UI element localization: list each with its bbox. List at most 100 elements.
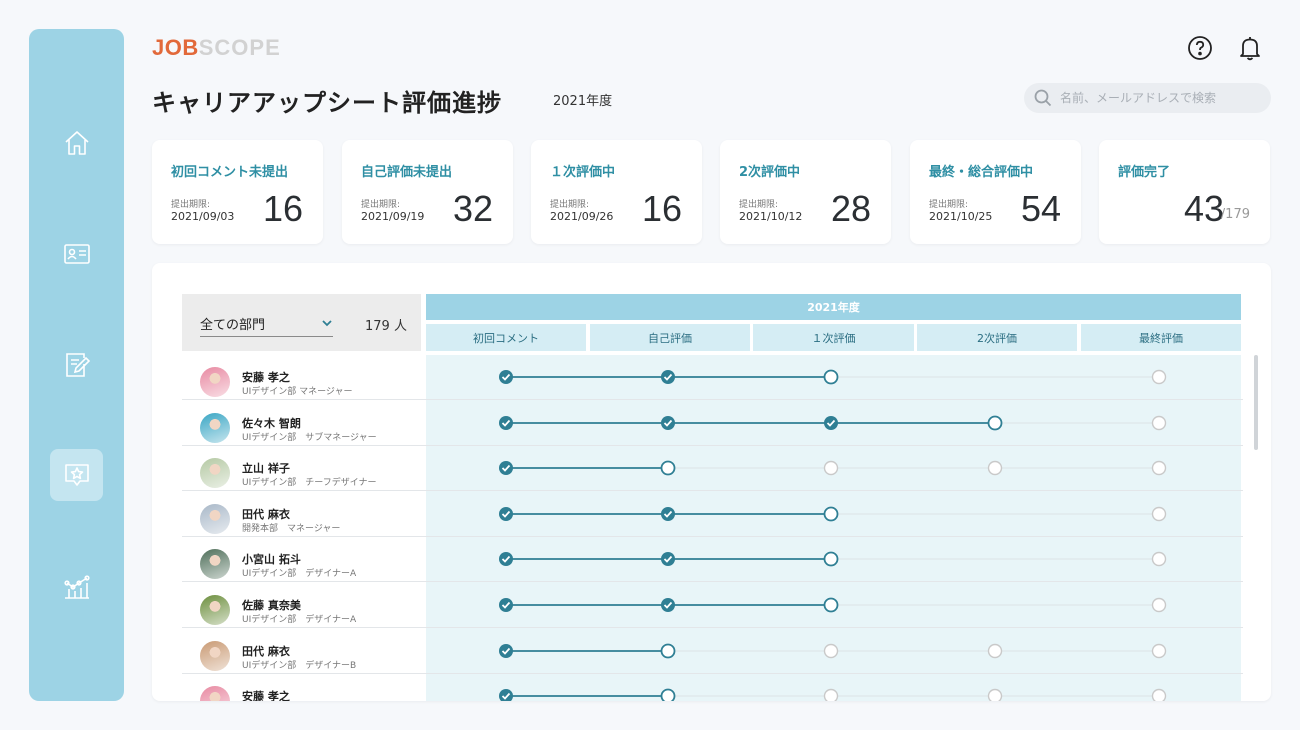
progress-track bbox=[499, 460, 1167, 476]
stage-marker-pending bbox=[987, 460, 1003, 476]
progress-track bbox=[499, 551, 1167, 567]
member-info: 田代 麻衣 UIデザイン部 デザイナーB bbox=[182, 629, 422, 674]
card-count: 32 bbox=[452, 188, 493, 229]
notifications-button[interactable] bbox=[1237, 35, 1263, 61]
member-name: 田代 麻衣 bbox=[242, 507, 290, 521]
avatar bbox=[200, 686, 230, 701]
stage-marker-done bbox=[499, 370, 513, 384]
progress-panel: 全ての部門 179 人 2021年度 初回コメント 自己評価 １次評価 2次評価… bbox=[152, 263, 1271, 701]
table-row[interactable]: 立山 祥子 UIデザイン部 チーフデザイナー bbox=[182, 446, 1243, 492]
avatar bbox=[200, 458, 230, 489]
card-self-eval[interactable]: 自己評価未提出 提出期限: 2021/09/19 32 bbox=[342, 140, 513, 244]
avatar bbox=[200, 412, 230, 443]
edit-sheet-icon bbox=[65, 353, 90, 377]
nav-analytics[interactable] bbox=[50, 560, 103, 612]
stage-marker-done bbox=[661, 598, 675, 612]
member-name: 安藤 孝之 bbox=[242, 371, 290, 384]
nav-profile[interactable] bbox=[50, 228, 103, 280]
card-due-label: 提出期限: bbox=[739, 200, 779, 210]
member-info: 佐藤 真奈美 UIデザイン部 デザイナーA bbox=[182, 583, 422, 628]
member-department: UIデザイン部 デザイナーA bbox=[242, 569, 357, 580]
avatar bbox=[200, 595, 230, 625]
card-initial-comment[interactable]: 初回コメント未提出 提出期限: 2021/09/03 16 bbox=[152, 140, 323, 244]
table-row[interactable]: 田代 麻衣 UIデザイン部 デザイナーB bbox=[182, 629, 1243, 674]
member-info: 安藤 孝之 UIデザイン部 マネージャー bbox=[182, 355, 422, 400]
stage-marker-pending bbox=[1151, 415, 1167, 430]
filter-box: 全ての部門 179 人 bbox=[182, 294, 421, 351]
vertical-scrollbar[interactable] bbox=[1254, 355, 1258, 450]
search-box[interactable] bbox=[1024, 83, 1271, 113]
member-name: 立山 祥子 bbox=[242, 462, 290, 476]
member-info: 田代 麻衣開発本部 マネージャー bbox=[182, 492, 422, 537]
member-name: 田代 麻衣 bbox=[242, 644, 290, 658]
table-row[interactable]: 小宮山 拓斗 UIデザイン部 デザイナーA bbox=[182, 537, 1243, 583]
logo-scope: SCOPE bbox=[198, 35, 281, 60]
stage-head-self-eval: 自己評価 bbox=[590, 324, 750, 351]
stage-marker-done bbox=[499, 689, 513, 701]
table-row[interactable]: 田代 麻衣開発本部 マネージャー bbox=[182, 492, 1243, 537]
progress-track bbox=[499, 369, 1167, 385]
help-circle-icon bbox=[1188, 36, 1212, 60]
table-row[interactable]: 安藤 孝之 UIデザイン部 マネージャー bbox=[182, 355, 1243, 400]
card-second-eval[interactable]: 2次評価中 提出期限: 2021/10/12 28 bbox=[720, 140, 891, 244]
card-title: 初回コメント未提出 bbox=[171, 165, 289, 180]
sidebar bbox=[29, 29, 124, 701]
card-title: 自己評価未提出 bbox=[361, 165, 453, 180]
stage-marker-done bbox=[499, 506, 513, 521]
stage-marker-current bbox=[823, 369, 839, 385]
card-final-eval[interactable]: 最終・総合評価中 提出期限: 2021/10/25 54 bbox=[910, 140, 1081, 244]
card-total: /179 bbox=[1220, 207, 1250, 222]
stage-marker-pending bbox=[987, 643, 1003, 658]
logo: JOB SCOPE bbox=[152, 35, 281, 60]
progress-track bbox=[499, 415, 1167, 430]
nav-sheets[interactable] bbox=[50, 339, 103, 391]
member-department: UIデザイン部 チーフデザイナー bbox=[242, 478, 377, 489]
card-completed[interactable]: 評価完了 43 /179 bbox=[1099, 140, 1270, 244]
table-row[interactable]: 佐藤 真奈美 UIデザイン部 デザイナーA bbox=[182, 583, 1243, 628]
stage-head-final-eval: 最終評価 bbox=[1081, 324, 1241, 351]
search-input[interactable] bbox=[1060, 91, 1250, 105]
member-info: 安藤 孝之 bbox=[182, 674, 422, 701]
stage-marker-done bbox=[499, 415, 513, 430]
bell-icon bbox=[1240, 37, 1260, 61]
progress-track bbox=[499, 643, 1167, 658]
member-info: 佐々木 智朗 UIデザイン部 サブマネージャー bbox=[182, 401, 422, 446]
search-icon bbox=[1034, 89, 1052, 107]
stage-marker-current bbox=[660, 688, 676, 701]
table-row[interactable]: 安藤 孝之 bbox=[182, 674, 1243, 701]
member-department: UIデザイン部 マネージャー bbox=[242, 387, 353, 397]
stage-head-initial-comment: 初回コメント bbox=[426, 324, 586, 351]
card-due-date: 2021/10/25 bbox=[929, 210, 993, 223]
stage-marker-pending bbox=[1151, 369, 1167, 385]
member-department: UIデザイン部 デザイナーB bbox=[242, 660, 357, 671]
stage-marker-current bbox=[660, 643, 676, 658]
member-count: 179 人 bbox=[365, 319, 407, 334]
department-select[interactable]: 全ての部門 bbox=[200, 310, 333, 337]
card-title: 2次評価中 bbox=[739, 165, 801, 180]
avatar bbox=[200, 503, 230, 534]
department-value: 全ての部門 bbox=[200, 317, 266, 333]
chevron-down-icon bbox=[322, 320, 332, 327]
stage-marker-done bbox=[824, 415, 838, 430]
card-due-date: 2021/09/26 bbox=[550, 210, 614, 223]
card-first-eval[interactable]: １次評価中 提出期限: 2021/09/26 16 bbox=[531, 140, 702, 244]
stage-marker-done bbox=[499, 552, 513, 567]
member-department: UIデザイン部 サブマネージャー bbox=[242, 432, 377, 443]
home-icon bbox=[64, 131, 89, 155]
stage-marker-current bbox=[660, 460, 676, 476]
member-department: 開発本部 マネージャー bbox=[242, 523, 341, 534]
help-button[interactable] bbox=[1187, 35, 1213, 61]
nav-evaluation[interactable] bbox=[50, 449, 103, 501]
card-count: 54 bbox=[1020, 188, 1061, 229]
stage-marker-pending bbox=[1151, 643, 1167, 658]
stage-marker-pending bbox=[1151, 506, 1167, 521]
table-row[interactable]: 佐々木 智朗 UIデザイン部 サブマネージャー bbox=[182, 401, 1243, 446]
page-title: キャリアアップシート評価進捗 bbox=[152, 89, 502, 117]
stage-head-first-eval: １次評価 bbox=[753, 324, 914, 351]
card-due-date: 2021/10/12 bbox=[739, 210, 803, 223]
nav-home[interactable] bbox=[50, 117, 103, 169]
fiscal-year: 2021年度 bbox=[553, 94, 613, 109]
avatar bbox=[200, 549, 230, 580]
star-badge-icon bbox=[64, 464, 89, 486]
stage-head-second-eval: 2次評価 bbox=[917, 324, 1077, 351]
